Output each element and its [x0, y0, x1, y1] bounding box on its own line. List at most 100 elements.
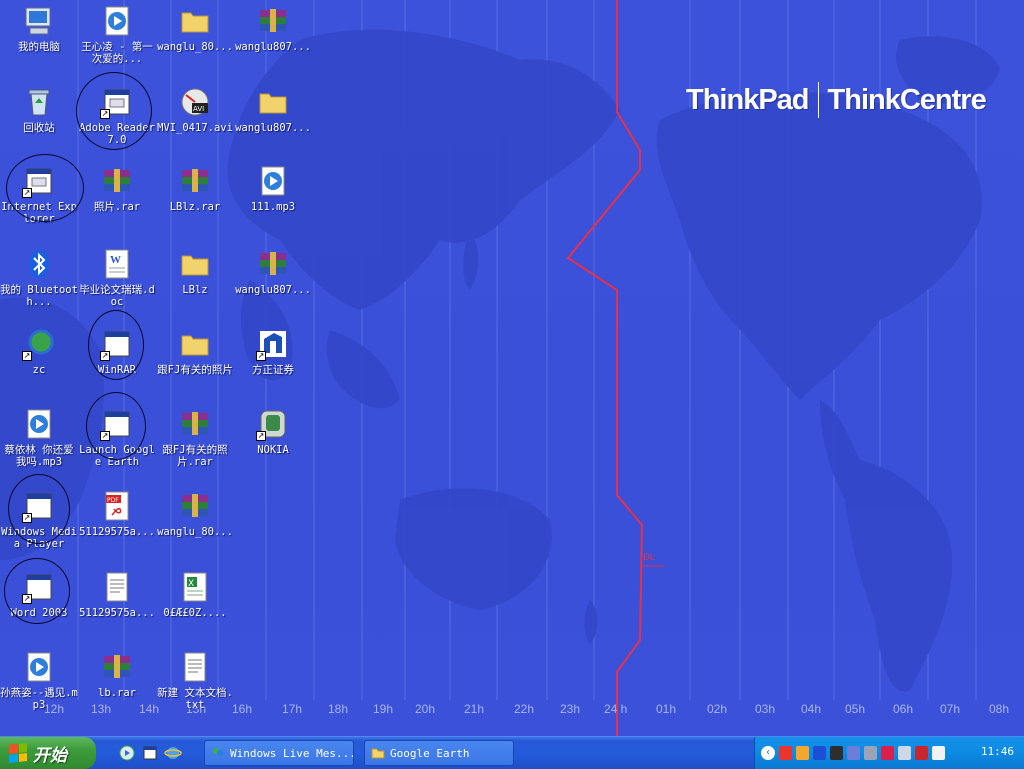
desktop[interactable]: DL ThinkPad ThinkCentre 12h 13h 14h 15h … — [0, 0, 1024, 736]
desktop-icon-text-file-1[interactable]: 51129575a... — [78, 568, 156, 646]
icon-label: MVI_0417.avi — [157, 122, 233, 134]
rar-archive-icon — [100, 650, 134, 684]
hour-label: 01h — [656, 702, 677, 716]
messenger-icon — [213, 748, 223, 756]
quick-launch-internet-explorer-icon[interactable] — [164, 744, 182, 762]
icon-label: 0£Æ£0Z.... — [163, 607, 227, 619]
icon-label: Windows Media Player — [1, 526, 77, 550]
quick-launch-desktop-icon[interactable] — [141, 744, 159, 762]
messenger-tray-icon[interactable] — [830, 746, 843, 760]
brand-divider — [817, 82, 819, 118]
connection-tray-icon[interactable] — [898, 746, 911, 760]
shortcut-app-icon: ↗ — [22, 489, 56, 523]
desktop-icon-recycle-bin[interactable]: 回收站 — [0, 83, 78, 161]
desktop-icon-zc[interactable]: ↗ zc — [0, 325, 78, 403]
founder-securities-icon: ↗ — [256, 327, 290, 361]
task-label: Windows Live Mes... — [230, 746, 354, 760]
hour-label: 08h — [989, 702, 1010, 716]
folder-icon — [178, 4, 212, 38]
icon-label: 51129575a... — [79, 607, 155, 619]
desktop-icon-avi[interactable]: AVI MVI_0417.avi — [156, 83, 234, 161]
icon-label: 蔡依林 你还爱我吗.mp3 — [4, 444, 74, 468]
icon-label: 51129575a... — [79, 526, 155, 538]
tray-collapse-button[interactable]: ‹ — [761, 746, 775, 760]
desktop-icon-wanglu-rar-2[interactable]: wanglu_80... — [156, 487, 234, 565]
media-file-icon — [256, 164, 290, 198]
icon-label: Adobe Reader 7.0 — [79, 122, 155, 146]
icon-label: WinRAR — [98, 364, 136, 376]
desktop-icon-internet-explorer[interactable]: ↗ Internet Explorer — [0, 162, 78, 240]
hour-label: 02h — [707, 702, 728, 716]
media-file-icon — [22, 407, 56, 441]
hour-label: 21h — [464, 702, 485, 716]
desktop-icon-mp3-wang[interactable]: 王心凌 - 第一次爱的... — [78, 2, 156, 80]
icon-label: 回收站 — [23, 122, 55, 134]
drive-tray-icon[interactable] — [864, 746, 877, 760]
network-shortcut-icon: ↗ — [22, 327, 56, 361]
desktop-icon-mp3-cai[interactable]: 蔡依林 你还爱我吗.mp3 — [0, 405, 78, 483]
icon-label: wanglu_80... — [157, 526, 233, 538]
desktop-icon-fj-photos-rar[interactable]: 跟FJ有关的照片.rar — [156, 405, 234, 483]
desktop-icon-bluetooth[interactable]: 我的 Bluetooth... — [0, 245, 78, 323]
desktop-icon-winrar[interactable]: ↗ WinRAR — [78, 325, 156, 403]
icon-label: 王心凌 - 第一次爱的... — [81, 41, 153, 65]
brand-logo: ThinkPad ThinkCentre — [686, 82, 987, 118]
desktop-icon-folder-lblz[interactable]: LBlz — [156, 245, 234, 323]
desktop-icon-adobe-reader[interactable]: ↗ Adobe Reader 7.0 — [78, 83, 156, 161]
desktop-icon-my-computer[interactable]: 我的电脑 — [0, 2, 78, 80]
hour-label: 05h — [845, 702, 866, 716]
icon-label: 照片.rar — [93, 201, 141, 213]
desktop-icon-lblz-rar[interactable]: LBlz.rar — [156, 162, 234, 240]
desktop-icon-folder-wanglu-1[interactable]: wanglu_80... — [156, 2, 234, 80]
desktop-icon-pdf[interactable]: PDF 51129575a... — [78, 487, 156, 565]
media-file-icon — [22, 650, 56, 684]
hour-label: 04h — [801, 702, 822, 716]
desktop-icon-wanglu-rar-1[interactable]: wanglu807... — [234, 2, 312, 80]
network-tray-icon[interactable] — [796, 746, 809, 760]
display-tray-icon[interactable] — [847, 746, 860, 760]
hour-label: 16h — [232, 702, 253, 716]
icon-label: 111.mp3 — [250, 201, 296, 213]
desktop-icon-folder-fj-photos[interactable]: 跟FJ有关的照片 — [156, 325, 234, 403]
desktop-icon-launch-google-earth[interactable]: ↗ Launch Google Earth — [78, 405, 156, 483]
desktop-icon-folder-wanglu-2[interactable]: wanglu807... — [234, 83, 312, 161]
svg-text:DL: DL — [643, 553, 655, 563]
clock[interactable]: 11:46 — [981, 745, 1014, 758]
antivirus-tray-icon[interactable] — [881, 746, 894, 760]
folder-icon — [371, 748, 385, 759]
firewall-tray-icon[interactable] — [915, 746, 928, 760]
hour-label: 23h — [560, 702, 581, 716]
desktop-icon-wanglu-rar-3[interactable]: wanglu807... — [234, 245, 312, 323]
folder-icon — [256, 85, 290, 119]
icon-label: wanglu807... — [235, 41, 311, 53]
shortcut-app-icon: ↗ — [100, 407, 134, 441]
rar-archive-icon — [100, 164, 134, 198]
desktop-icon-mp3-sun[interactable]: 孙燕姿--遇见.mp3 — [0, 648, 78, 726]
media-file-icon — [100, 4, 134, 38]
rar-archive-icon — [256, 4, 290, 38]
system-tray: ‹ 11:46 — [754, 737, 1024, 769]
taskbar-button-windows-live-messenger[interactable]: Windows Live Mes... — [204, 740, 354, 766]
shortcut-app-icon: ↗ — [22, 164, 56, 198]
quick-launch-media-player-icon[interactable] — [118, 744, 136, 762]
desktop-icon-founder-securities[interactable]: ↗ 方正证券 — [234, 325, 312, 403]
start-button[interactable]: 开始 — [0, 737, 96, 769]
power-tray-icon[interactable] — [932, 746, 945, 760]
desktop-icon-excel[interactable]: X 0£Æ£0Z.... — [156, 568, 234, 646]
hour-label: 03h — [755, 702, 776, 716]
taskbar-button-google-earth[interactable]: Google Earth — [364, 740, 514, 766]
desktop-icon-lb-rar[interactable]: lb.rar — [78, 648, 156, 726]
security-tray-icon[interactable] — [779, 746, 792, 760]
word-document-icon: W — [100, 247, 134, 281]
desktop-icon-new-text-doc[interactable]: 新建 文本文档.txt — [156, 648, 234, 726]
bluetooth-tray-icon[interactable] — [813, 746, 826, 760]
desktop-icon-windows-media-player[interactable]: ↗ Windows Media Player — [0, 487, 78, 565]
desktop-icon-nokia[interactable]: ↗ NOKIA — [234, 405, 312, 483]
desktop-icon-thesis-doc[interactable]: W 毕业论文瑞瑞.doc — [78, 245, 156, 323]
icon-label: 跟FJ有关的照片.rar — [162, 444, 228, 468]
icon-label: zc — [32, 364, 46, 376]
icon-label: wanglu807... — [235, 122, 311, 134]
desktop-icon-word-2003[interactable]: ↗ Word 2003 — [0, 568, 78, 646]
desktop-icon-photo-rar[interactable]: 照片.rar — [78, 162, 156, 240]
desktop-icon-111-mp3[interactable]: 111.mp3 — [234, 162, 312, 240]
